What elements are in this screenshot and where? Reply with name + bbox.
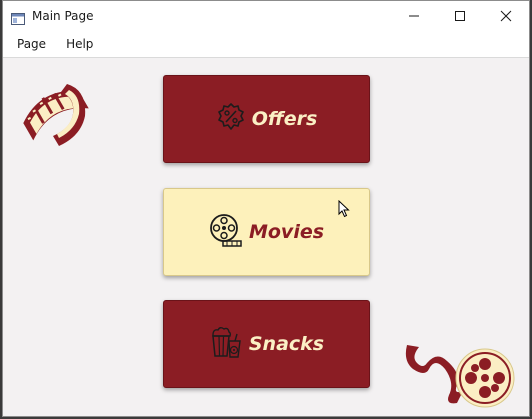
discount-badge-icon bbox=[216, 102, 246, 136]
close-button[interactable] bbox=[483, 1, 529, 31]
offers-button[interactable]: Offers bbox=[163, 75, 370, 163]
window-title: Main Page bbox=[32, 9, 94, 23]
offers-label: Offers bbox=[251, 108, 318, 130]
film-strip-icon bbox=[15, 76, 95, 156]
maximize-button[interactable] bbox=[437, 1, 483, 31]
close-icon bbox=[500, 10, 512, 22]
film-reel-icon bbox=[209, 213, 243, 251]
minimize-button[interactable] bbox=[391, 1, 437, 31]
minimize-icon bbox=[409, 15, 419, 17]
main-content: Offers Movies Snacks bbox=[3, 58, 529, 416]
movies-label: Movies bbox=[248, 221, 325, 243]
title-bar[interactable]: Main Page bbox=[3, 1, 529, 31]
menu-bar: Page Help bbox=[3, 31, 529, 58]
snacks-button[interactable]: Snacks bbox=[163, 300, 370, 388]
menu-help[interactable]: Help bbox=[58, 37, 101, 51]
main-window: Main Page Page Help Offers Movies Snacks bbox=[2, 0, 530, 417]
maximize-icon bbox=[455, 11, 465, 21]
film-reel-with-strip-icon bbox=[401, 339, 517, 416]
app-window-icon bbox=[11, 10, 25, 25]
menu-page[interactable]: Page bbox=[9, 37, 54, 51]
popcorn-soda-icon bbox=[209, 325, 243, 363]
mouse-cursor-icon bbox=[338, 199, 350, 222]
snacks-label: Snacks bbox=[248, 333, 325, 355]
